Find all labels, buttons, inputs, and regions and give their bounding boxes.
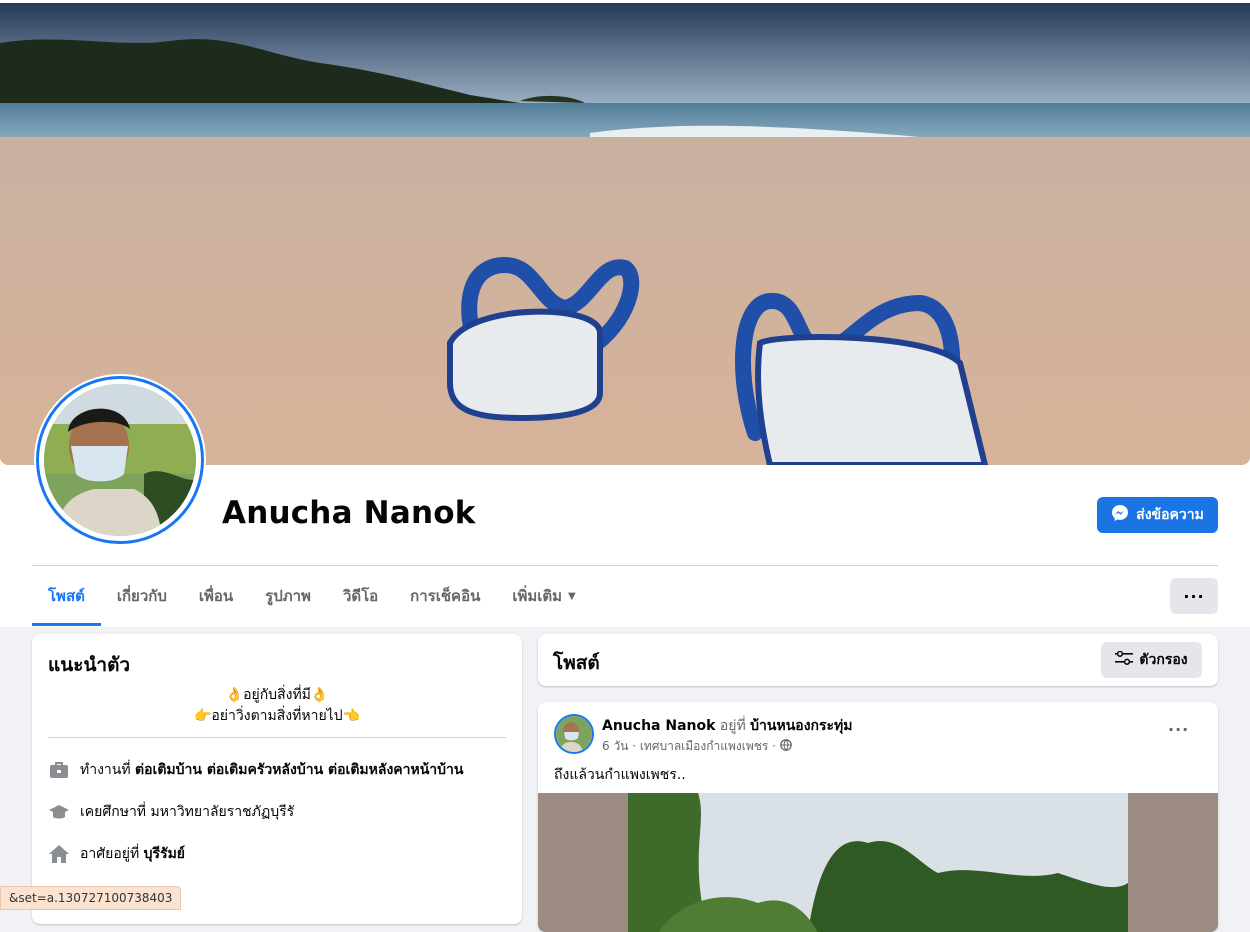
posts-header-card: โพสต์ ตัวกรอง <box>538 634 1218 686</box>
send-message-button[interactable]: ส่งข้อความ <box>1097 497 1218 533</box>
work-prefix: ทำงานที่ <box>80 762 131 778</box>
post-meta: 6 วัน · เทศบาลเมืองกำแพงเพชร · <box>602 737 792 756</box>
tab-checkins[interactable]: การเช็คอิน <box>394 566 496 626</box>
bio-line-2: 👉อย่าวิ่งตามสิ่งที่หายไป👈 <box>193 708 361 724</box>
intro-residence: อาศัยอยู่ที่ บุรีรัมย์ <box>48 843 185 865</box>
filter-button[interactable]: ตัวกรอง <box>1101 642 1202 678</box>
avatar-ring <box>36 376 204 544</box>
post-card: Anucha Nanok อยู่ที่ บ้านหนองกระทุ่ม 6 ว… <box>538 702 1218 932</box>
tab-photos-label: รูปภาพ <box>265 587 311 605</box>
intro-work: ทำงานที่ ต่อเติมบ้าน ต่อเติมครัวหลังบ้าน… <box>48 759 464 781</box>
caret-down-icon: ▼ <box>568 590 576 602</box>
work-place[interactable]: ต่อเติมบ้าน ต่อเติมครัวหลังบ้าน ต่อเติมห… <box>135 759 463 781</box>
home-icon <box>48 843 70 865</box>
tab-friends-label: เพื่อน <box>198 587 234 605</box>
profile-tabs: โพสต์ เกี่ยวกับ เพื่อน รูปภาพ วิดีโอ การ… <box>32 566 592 626</box>
tab-videos[interactable]: วิดีโอ <box>327 566 394 626</box>
profile-header: Anucha Nanok ส่งข้อความ โพสต์ เกี่ยวกับ … <box>0 0 1250 627</box>
more-icon: ··· <box>1168 720 1190 739</box>
tab-photos[interactable]: รูปภาพ <box>249 566 327 626</box>
tab-posts[interactable]: โพสต์ <box>32 566 101 626</box>
graduation-cap-icon <box>48 801 70 823</box>
profile-name: Anucha Nanok <box>222 495 476 531</box>
messenger-icon <box>1111 504 1129 526</box>
tab-posts-label: โพสต์ <box>48 587 85 605</box>
profile-avatar[interactable] <box>34 374 206 546</box>
tab-checkins-label: การเช็คอิน <box>410 587 481 605</box>
status-bar-url: &set=a.130727100738403 <box>0 886 182 910</box>
post-more-button[interactable]: ··· <box>1168 720 1189 739</box>
post-photo[interactable] <box>538 793 1218 932</box>
post-at-word: อยู่ที่ <box>719 718 746 734</box>
intro-card: แนะนำตัว 👌อยู่กับสิ่งที่มี👌 👉อย่าวิ่งตาม… <box>32 634 522 924</box>
globe-icon <box>780 739 792 754</box>
posts-title: โพสต์ <box>553 652 600 674</box>
study-place[interactable]: มหาวิทยาลัยราชภัฏบุรีรั <box>151 801 295 823</box>
tab-about-label: เกี่ยวกับ <box>116 587 167 605</box>
tab-about[interactable]: เกี่ยวกับ <box>101 566 183 626</box>
avatar-image <box>44 384 196 536</box>
cover-photo[interactable] <box>0 3 1250 465</box>
send-message-label: ส่งข้อความ <box>1136 507 1204 523</box>
filter-label: ตัวกรอง <box>1139 652 1188 668</box>
post-timestamp[interactable]: 6 วัน · เทศบาลเมืองกำแพงเพชร · <box>602 737 776 756</box>
live-prefix: อาศัยอยู่ที่ <box>80 846 140 862</box>
live-place[interactable]: บุรีรัมย์ <box>144 843 185 865</box>
tab-more-label: เพิ่มเติม <box>512 587 563 605</box>
filter-icon <box>1115 650 1134 669</box>
post-author-name[interactable]: Anucha Nanok <box>602 718 715 734</box>
intro-education: เคยศึกษาที่ มหาวิทยาลัยราชภัฏบุรีรั <box>48 801 294 823</box>
intro-divider <box>48 737 506 738</box>
post-text: ถึงแล้วนกำแพงเพชร.. <box>554 767 686 783</box>
post-location[interactable]: บ้านหนองกระทุ่ม <box>750 718 852 734</box>
intro-bio: 👌อยู่กับสิ่งที่มี👌 👉อย่าวิ่งตามสิ่งที่หา… <box>48 685 506 727</box>
tab-friends[interactable]: เพื่อน <box>183 566 249 626</box>
tab-videos-label: วิดีโอ <box>342 587 379 605</box>
tab-more[interactable]: เพิ่มเติม ▼ <box>496 566 591 626</box>
bio-line-1: 👌อยู่กับสิ่งที่มี👌 <box>225 687 329 703</box>
study-prefix: เคยศึกษาที่ <box>80 804 147 820</box>
more-icon: ··· <box>1183 586 1205 606</box>
intro-title: แนะนำตัว <box>48 654 131 676</box>
post-author-avatar[interactable] <box>554 714 594 754</box>
more-options-button[interactable]: ··· <box>1170 578 1218 614</box>
post-header: Anucha Nanok อยู่ที่ บ้านหนองกระทุ่ม <box>602 715 853 737</box>
briefcase-icon <box>48 759 70 781</box>
